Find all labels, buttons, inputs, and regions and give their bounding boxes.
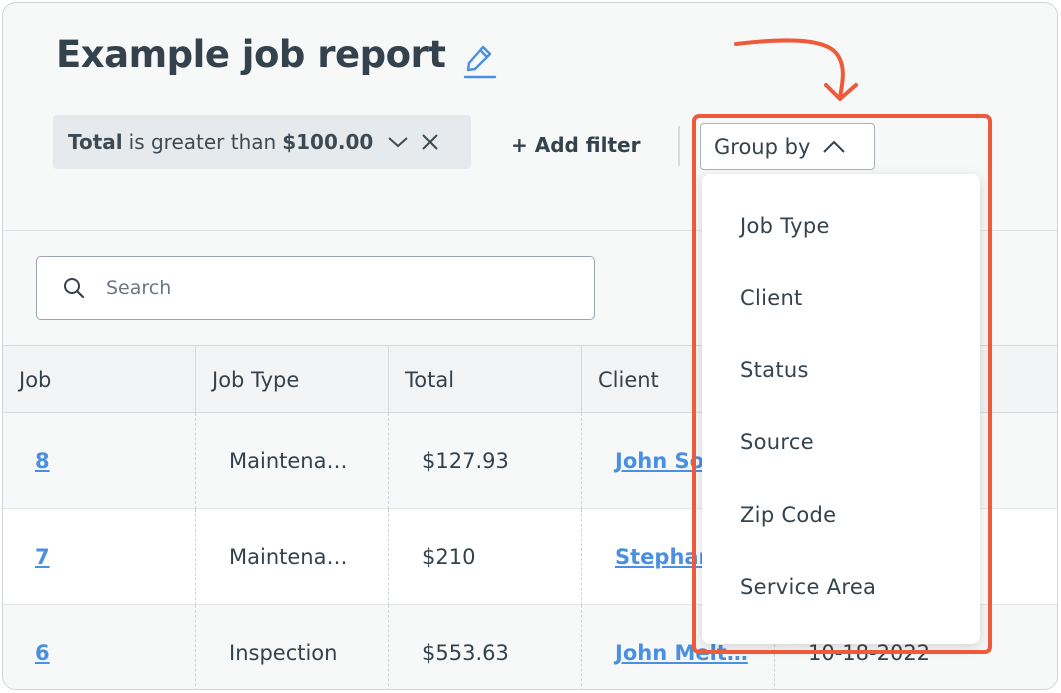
group-by-button[interactable]: Group by: [700, 123, 875, 170]
chevron-down-icon[interactable]: [387, 135, 409, 149]
job-link[interactable]: 7: [35, 545, 50, 569]
client-link[interactable]: Stephan: [615, 545, 714, 569]
group-by-option-service-area[interactable]: Service Area: [740, 575, 876, 599]
filter-operator: is greater than: [128, 130, 277, 154]
client-link[interactable]: John Melt…: [615, 641, 748, 665]
search-field[interactable]: [36, 256, 595, 320]
close-icon[interactable]: [421, 133, 439, 151]
search-input[interactable]: [106, 277, 546, 299]
total-cell: $210: [388, 509, 581, 605]
search-icon: [62, 276, 86, 300]
add-filter-button[interactable]: + Add filter: [511, 133, 640, 157]
pencil-edit-icon[interactable]: [461, 41, 499, 81]
job-link[interactable]: 8: [35, 449, 50, 473]
group-by-label: Group by: [714, 134, 811, 159]
filter-chip[interactable]: Total is greater than $100.00: [53, 115, 471, 169]
column-header-total[interactable]: Total: [388, 346, 581, 413]
column-header-job[interactable]: Job: [3, 346, 195, 413]
column-header-job-type[interactable]: Job Type: [195, 346, 388, 413]
group-by-option-zip-code[interactable]: Zip Code: [740, 503, 836, 527]
group-by-menu: Job Type Client Status Source Zip Code S…: [702, 174, 980, 644]
filter-field: Total: [68, 130, 123, 154]
total-cell: $553.63: [388, 605, 581, 689]
group-by-option-source[interactable]: Source: [740, 430, 814, 454]
page-title: Example job report: [56, 33, 446, 76]
filter-value: $100.00: [282, 130, 374, 154]
job-type-cell: Maintena…: [195, 413, 388, 509]
group-by-option-status[interactable]: Status: [740, 358, 809, 382]
toolbar-divider: [678, 126, 680, 166]
group-by-option-job-type[interactable]: Job Type: [740, 214, 830, 238]
chevron-up-icon: [822, 140, 846, 154]
job-link[interactable]: 6: [35, 641, 50, 665]
job-type-cell: Inspection: [195, 605, 388, 689]
client-link[interactable]: John So: [615, 449, 704, 473]
group-by-option-client[interactable]: Client: [740, 286, 803, 310]
job-type-cell: Maintena…: [195, 509, 388, 605]
total-cell: $127.93: [388, 413, 581, 509]
report-window: Example job report Total is greater than…: [2, 2, 1058, 690]
